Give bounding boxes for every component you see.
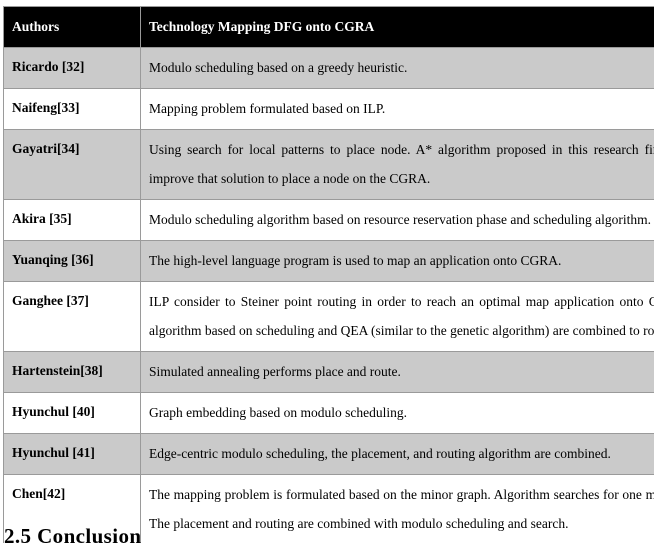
column-header-authors: Authors: [3, 6, 141, 48]
table-row: Gayatri[34] Using search for local patte…: [3, 129, 654, 200]
table-row: Ganghee [37] ILP consider to Steiner poi…: [3, 281, 654, 352]
cell-description: Mapping problem formulated based on ILP.: [140, 88, 654, 130]
cell-author: Gayatri[34]: [3, 129, 141, 200]
cell-author: Ricardo [32]: [3, 47, 141, 89]
cell-author: Yuanqing [36]: [3, 240, 141, 282]
cell-description: Simulated annealing performs place and r…: [140, 351, 654, 393]
cell-description: Modulo scheduling based on a greedy heur…: [140, 47, 654, 89]
table-row: Hyunchul [40] Graph embedding based on m…: [3, 392, 654, 434]
cell-author: Hyunchul [40]: [3, 392, 141, 434]
cell-author: Akira [35]: [3, 199, 141, 241]
cell-description: Modulo scheduling algorithm based on res…: [140, 199, 654, 241]
cell-author: Naifeng[33]: [3, 88, 141, 130]
table-row: Naifeng[33] Mapping problem formulated b…: [3, 88, 654, 130]
document-page: Authors Technology Mapping DFG onto CGRA…: [0, 0, 654, 543]
cell-description: ILP consider to Steiner point routing in…: [140, 281, 654, 352]
cell-author: Ganghee [37]: [3, 281, 141, 352]
table-row: Yuanqing [36] The high-level language pr…: [3, 240, 654, 282]
cell-author: Hartenstein[38]: [3, 351, 141, 393]
table-header: Authors Technology Mapping DFG onto CGRA: [3, 6, 654, 48]
table-header-row: Authors Technology Mapping DFG onto CGRA: [3, 6, 654, 48]
technology-mapping-table: Authors Technology Mapping DFG onto CGRA…: [3, 6, 654, 543]
cell-description: The high-level language program is used …: [140, 240, 654, 282]
cell-description: Edge-centric modulo scheduling, the plac…: [140, 433, 654, 475]
cell-description: The mapping problem is formulated based …: [140, 474, 654, 543]
cell-author: Hyunchul [41]: [3, 433, 141, 475]
section-heading: 2.5 Conclusion: [4, 524, 142, 543]
column-header-technology-mapping: Technology Mapping DFG onto CGRA: [140, 6, 654, 48]
cell-description: Graph embedding based on modulo scheduli…: [140, 392, 654, 434]
table-row: Hartenstein[38] Simulated annealing perf…: [3, 351, 654, 393]
table-row: Akira [35] Modulo scheduling algorithm b…: [3, 199, 654, 241]
table-row: Hyunchul [41] Edge-centric modulo schedu…: [3, 433, 654, 475]
cell-description: Using search for local patterns to place…: [140, 129, 654, 200]
table-row: Ricardo [32] Modulo scheduling based on …: [3, 47, 654, 89]
table-body: Ricardo [32] Modulo scheduling based on …: [3, 47, 654, 543]
